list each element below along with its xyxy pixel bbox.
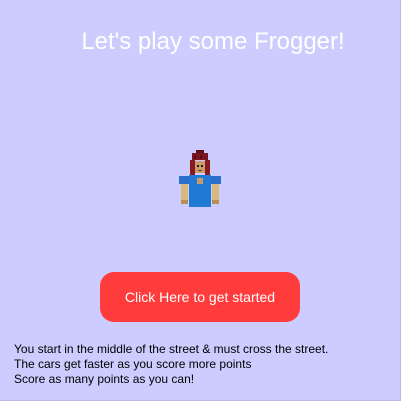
game-screen: Let's play some Frogger! Click Here to g… [0,0,401,401]
game-title: Let's play some Frogger! [81,28,345,55]
player-character-icon [176,148,224,210]
instruction-line: You start in the middle of the street & … [14,342,329,356]
instruction-line: Score as many points as you can! [14,372,195,386]
instruction-line: The cars get faster as you score more po… [14,357,252,371]
instructions: You start in the middle of the street & … [14,342,328,387]
start-game-button[interactable]: Click Here to get started [100,272,300,322]
